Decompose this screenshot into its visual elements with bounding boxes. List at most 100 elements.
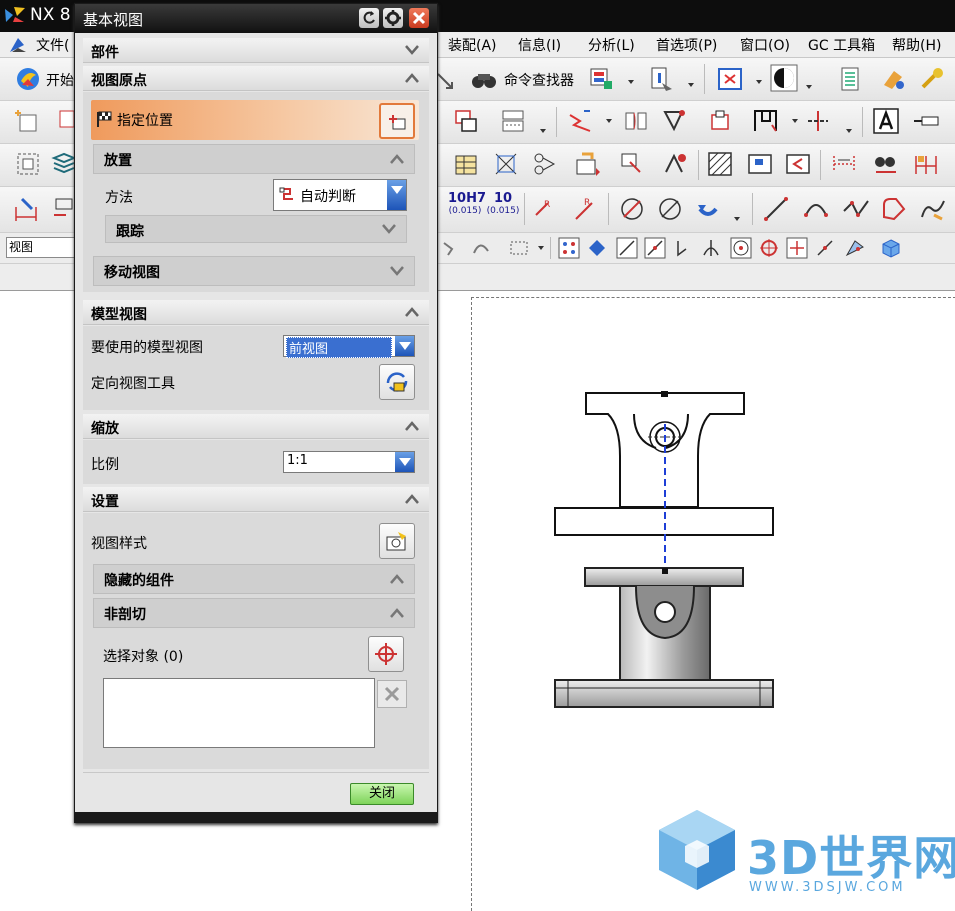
chevron-down-icon[interactable]	[688, 83, 694, 87]
wave-icon[interactable]	[470, 237, 492, 259]
hidden-components-header[interactable]: 隐藏的组件	[93, 564, 415, 594]
non-sectioned-header[interactable]: 非剖切	[93, 598, 415, 628]
tolerance-fit-label[interactable]: 10H7 (0.015)	[448, 192, 486, 217]
tolerance-value-label[interactable]: 10 (0.015)	[486, 192, 520, 217]
chevron-down-icon[interactable]	[404, 43, 420, 57]
selected-objects-list[interactable]	[103, 678, 375, 748]
chain-dimension-icon[interactable]	[912, 150, 940, 178]
diameter-icon[interactable]	[618, 195, 646, 223]
specify-location-button[interactable]	[379, 103, 415, 139]
section-scale[interactable]: 缩放	[83, 414, 429, 439]
chevron-down-icon[interactable]	[395, 336, 414, 356]
datum-icon[interactable]	[660, 150, 688, 178]
chevron-down-icon[interactable]	[538, 246, 544, 250]
section-settings[interactable]: 设置	[83, 487, 429, 512]
specify-location-row[interactable]: 指定位置	[91, 100, 419, 140]
section-part[interactable]: 部件	[83, 38, 429, 63]
section-view-origin[interactable]: 视图原点	[83, 66, 429, 91]
line-icon[interactable]	[762, 195, 790, 223]
abc-symbol-icon[interactable]	[574, 150, 602, 178]
chevron-down-icon[interactable]	[389, 264, 405, 278]
orient-view-tool-button[interactable]	[379, 364, 415, 400]
chevron-down-icon[interactable]	[540, 129, 546, 133]
menu-preferences[interactable]: 首选项(P)	[656, 35, 717, 55]
radius-dimension-icon[interactable]: R	[532, 195, 560, 223]
section-model-view[interactable]: 模型视图	[83, 300, 429, 325]
start-icon[interactable]	[14, 65, 42, 93]
dialog-title-bar[interactable]: 基本视图	[75, 4, 437, 33]
intersection-icon[interactable]	[700, 237, 722, 259]
binoculars-icon[interactable]	[470, 66, 498, 94]
projected-view-icon[interactable]	[452, 107, 480, 135]
existing-point-icon[interactable]	[786, 237, 808, 259]
model-view-dropdown[interactable]: 前视图	[283, 335, 415, 358]
tabular-note-icon[interactable]	[492, 150, 520, 178]
parts-list-icon[interactable]	[452, 150, 480, 178]
chevron-down-icon[interactable]	[606, 119, 612, 123]
chevron-down-icon[interactable]	[734, 217, 740, 221]
note-text-icon[interactable]	[872, 107, 900, 135]
snap-all-icon[interactable]	[558, 237, 580, 259]
arc-center-icon[interactable]	[730, 237, 752, 259]
command-finder-label[interactable]: 命令查找器	[504, 70, 574, 90]
arc-icon[interactable]	[802, 195, 830, 223]
image-icon[interactable]	[746, 150, 774, 178]
menu-analysis[interactable]: 分析(L)	[588, 35, 635, 55]
centerline-icon[interactable]	[804, 107, 832, 135]
render-style-icon[interactable]	[770, 64, 798, 92]
view-origin-icon[interactable]	[14, 150, 42, 178]
fillet-icon[interactable]	[880, 195, 908, 223]
point-on-face-icon[interactable]	[844, 237, 866, 259]
end-point-icon[interactable]	[616, 237, 638, 259]
menu-file[interactable]: 文件(	[36, 35, 69, 55]
menu-info[interactable]: 信息(I)	[518, 35, 561, 55]
balloon-icon[interactable]	[530, 150, 558, 178]
remove-button[interactable]	[377, 680, 407, 708]
point-on-curve-icon[interactable]	[814, 237, 836, 259]
select-objects-button[interactable]	[368, 636, 404, 672]
view-style-button[interactable]	[379, 523, 415, 559]
feature-control-icon[interactable]	[618, 150, 646, 178]
chevron-down-icon[interactable]	[381, 222, 397, 236]
paint-icon[interactable]	[880, 65, 908, 93]
inferred-dimension-icon[interactable]	[12, 195, 40, 223]
chevron-up-icon[interactable]	[389, 152, 405, 166]
close-icon[interactable]	[409, 8, 429, 28]
mid-point-icon[interactable]	[644, 237, 666, 259]
snap-point-icon[interactable]	[440, 237, 462, 259]
menu-help[interactable]: 帮助(H)	[892, 35, 941, 55]
section-line-icon[interactable]	[566, 107, 594, 135]
tools-icon[interactable]	[918, 65, 946, 93]
start-label[interactable]: 开始	[46, 70, 74, 90]
selection-filter[interactable]: 视图	[6, 237, 76, 258]
radius-to-center-icon[interactable]: R	[572, 195, 600, 223]
arc-length-icon[interactable]	[694, 195, 722, 223]
display-frame-icon[interactable]	[716, 65, 744, 93]
scale-dropdown[interactable]: 1:1	[283, 451, 415, 473]
menu-gc-toolbox[interactable]: GC 工具箱	[808, 35, 875, 55]
gear-icon[interactable]	[383, 8, 403, 28]
chevron-down-icon[interactable]	[846, 129, 852, 133]
move-view-header[interactable]: 移动视图	[93, 256, 415, 286]
snap-grid-icon[interactable]	[586, 237, 608, 259]
placement-header[interactable]: 放置	[93, 144, 415, 174]
chevron-down-icon[interactable]	[806, 85, 812, 89]
drawing-views[interactable]	[548, 386, 780, 716]
info-icon[interactable]	[648, 65, 676, 93]
crosshatch-icon[interactable]	[706, 150, 734, 178]
chevron-down-icon[interactable]	[628, 80, 634, 84]
chevron-up-icon[interactable]	[389, 572, 405, 586]
solid-body-icon[interactable]	[880, 237, 902, 259]
update-view-icon[interactable]	[706, 107, 734, 135]
chevron-down-icon[interactable]	[756, 80, 762, 84]
sketch-icon[interactable]	[918, 195, 946, 223]
detail-view-icon[interactable]	[500, 107, 528, 135]
ordinate-dimension-icon[interactable]	[872, 150, 900, 178]
border-icon[interactable]	[752, 107, 780, 135]
grid-dimension-icon[interactable]	[830, 150, 858, 178]
chevron-up-icon[interactable]	[404, 305, 420, 319]
chevron-down-icon[interactable]	[387, 180, 406, 210]
chevron-down-icon[interactable]	[792, 119, 798, 123]
chevron-up-icon[interactable]	[389, 606, 405, 620]
chevron-up-icon[interactable]	[404, 71, 420, 85]
